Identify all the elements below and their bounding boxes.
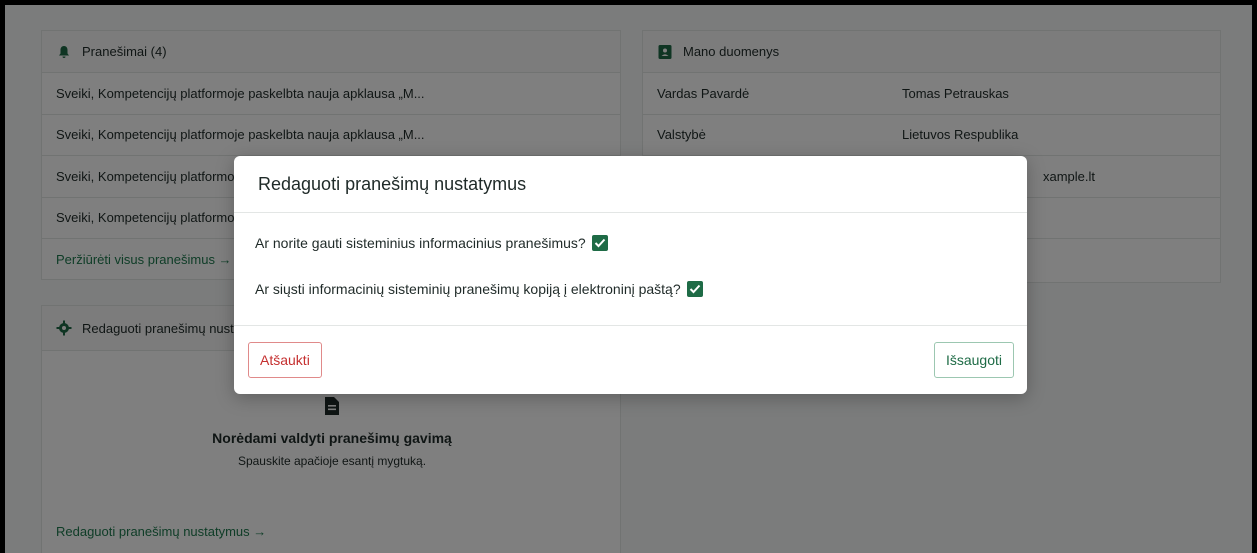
- check-icon: [689, 284, 700, 294]
- system-notifications-label: Ar norite gauti sisteminius informaciniu…: [255, 235, 586, 251]
- modal-header: Redaguoti pranešimų nustatymus: [234, 156, 1027, 213]
- system-notifications-checkbox[interactable]: [591, 235, 608, 251]
- system-notifications-option: Ar norite gauti sisteminius informaciniu…: [255, 235, 608, 251]
- email-copy-checkbox[interactable]: [686, 281, 703, 297]
- save-button[interactable]: Išsaugoti: [933, 342, 1014, 378]
- notification-settings-modal: Redaguoti pranešimų nustatymus Ar norite…: [234, 156, 1027, 394]
- modal-title: Redaguoti pranešimų nustatymus: [258, 173, 527, 194]
- modal-footer: Atšaukti Išsaugoti: [234, 326, 1027, 394]
- check-icon: [594, 238, 605, 248]
- email-copy-option: Ar siųsti informacinių sisteminių praneš…: [255, 281, 703, 297]
- modal-body: Ar norite gauti sisteminius informaciniu…: [234, 213, 1027, 326]
- cancel-button[interactable]: Atšaukti: [248, 342, 322, 378]
- email-copy-label: Ar siųsti informacinių sisteminių praneš…: [255, 281, 681, 297]
